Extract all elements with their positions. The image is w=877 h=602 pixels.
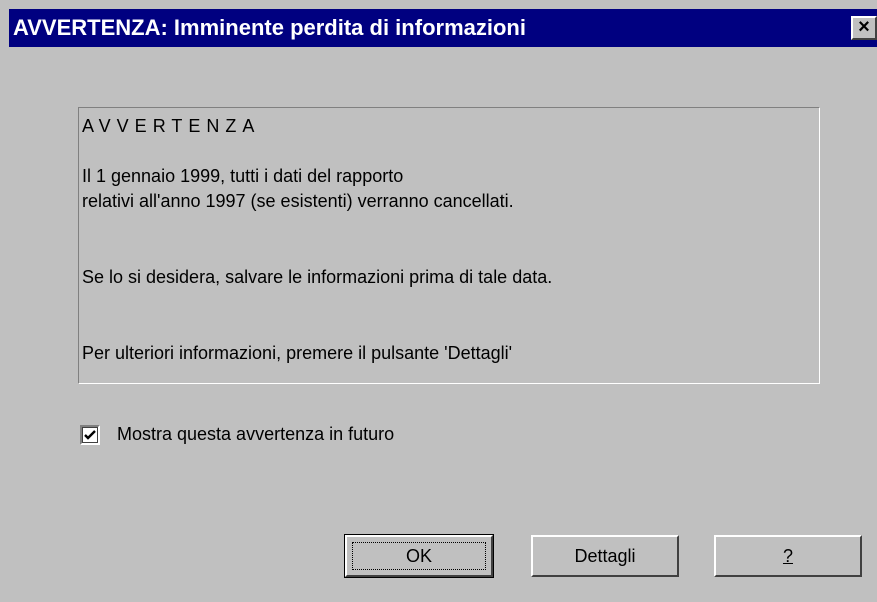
warning-dialog: AVVERTENZA: Imminente perdita di informa…: [0, 0, 877, 602]
message-line-2: relativi all'anno 1997 (se esistenti) ve…: [82, 191, 514, 211]
message-line-4: Per ulteriori informazioni, premere il p…: [82, 343, 513, 363]
details-button[interactable]: Dettagli: [531, 535, 679, 577]
close-icon: ×: [858, 16, 870, 38]
help-button-label: ?: [782, 546, 793, 566]
ok-focus-rect: OK: [352, 542, 486, 570]
ok-button[interactable]: OK: [344, 534, 494, 578]
help-button[interactable]: ?: [714, 535, 862, 577]
checkmark-icon: [84, 430, 96, 440]
show-warning-label[interactable]: Mostra questa avvertenza in futuro: [117, 424, 394, 445]
details-button-label: Dettagli: [574, 546, 636, 566]
ok-button-label: OK: [405, 546, 432, 566]
message-panel: AVVERTENZA Il 1 gennaio 1999, tutti i da…: [78, 107, 820, 384]
window-title: AVVERTENZA: Imminente perdita di informa…: [13, 15, 526, 40]
message-heading: AVVERTENZA: [82, 116, 261, 136]
close-button[interactable]: ×: [851, 16, 877, 40]
message-line-3: Se lo si desidera, salvare le informazio…: [82, 267, 553, 287]
message-line-1: Il 1 gennaio 1999, tutti i dati del rapp…: [82, 166, 404, 186]
show-warning-checkbox[interactable]: [80, 425, 100, 445]
title-bar[interactable]: AVVERTENZA: Imminente perdita di informa…: [9, 9, 877, 47]
